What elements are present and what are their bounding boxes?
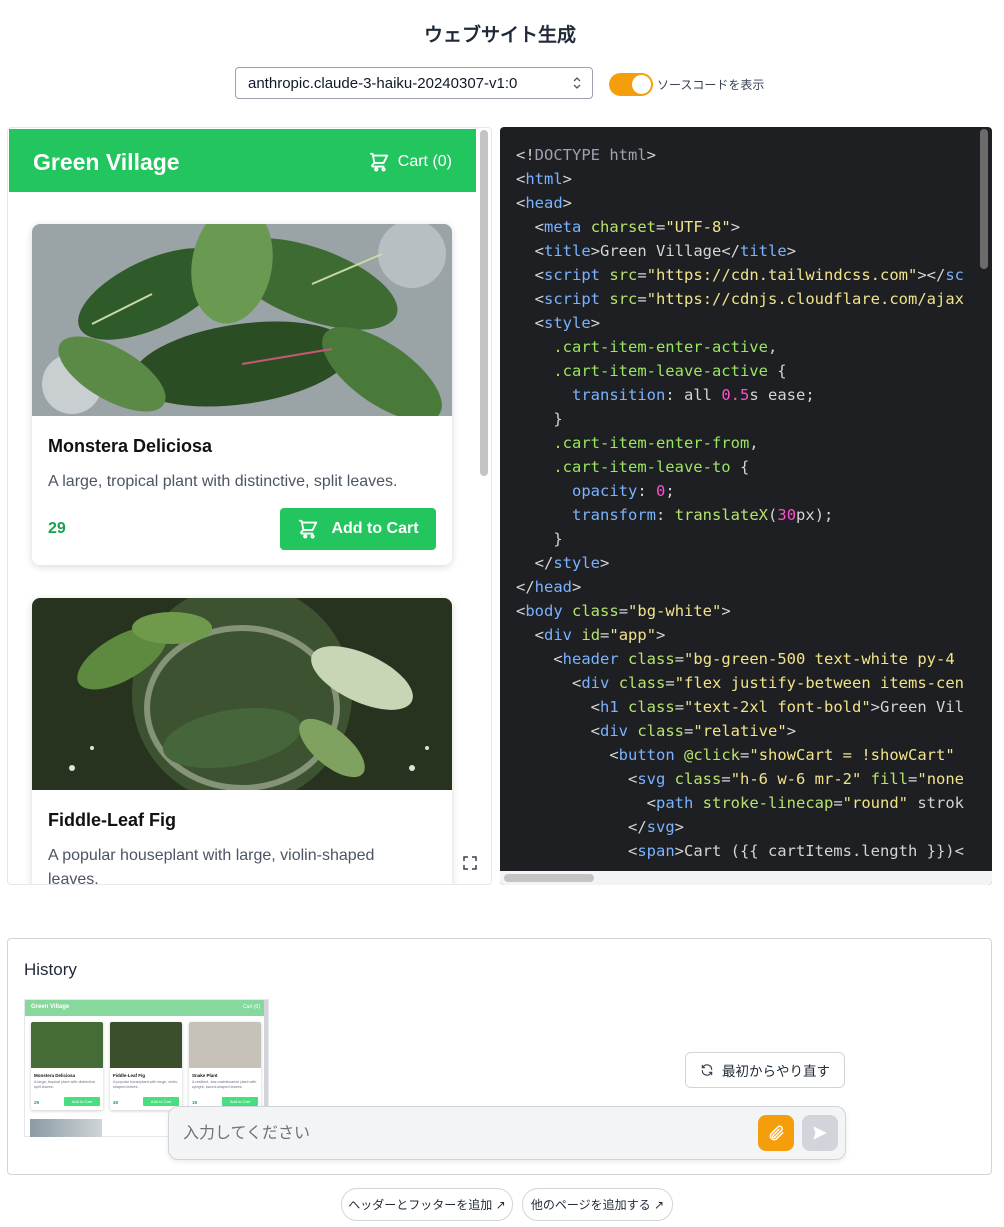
code-line: transition: all 0.5s ease; — [572, 386, 815, 404]
preview-brand: Green Village — [33, 149, 180, 175]
code-line: <html> — [516, 170, 573, 188]
show-source-toggle[interactable] — [609, 73, 653, 96]
thumb-card-button: Add to Cart — [222, 1097, 258, 1106]
history-thumbnail-partial[interactable] — [30, 1119, 102, 1137]
restart-button[interactable]: 最初からやり直す — [685, 1052, 845, 1088]
preview-cart-button[interactable]: Cart (0) — [368, 151, 452, 173]
cart-icon — [369, 152, 388, 172]
code-line: <path stroke-linecap="round" strok — [646, 794, 964, 812]
code-line: <button @click="showCart = !showCart" — [609, 746, 955, 764]
code-pane: <!DOCTYPE html> <html> <head> <meta charse… — [500, 127, 992, 885]
code-line: </svg> — [627, 818, 684, 836]
add-to-cart-label: Add to Cart — [331, 520, 419, 537]
thumb-brand: Green Village — [31, 1004, 70, 1010]
expand-icon[interactable] — [463, 856, 477, 870]
preview-cart-label: Cart (0) — [397, 153, 452, 170]
thumb-card-price: 19 — [192, 1100, 198, 1105]
code-line: </style> — [534, 554, 610, 572]
code-line: <head> — [516, 194, 573, 212]
thumb-card-name: Snake Plant — [192, 1073, 218, 1078]
code-line: } — [553, 530, 563, 548]
code-line: <body class="bg-white"> — [516, 602, 731, 620]
chat-bar — [168, 1106, 846, 1160]
show-source-label: ソースコードを表示 — [657, 78, 765, 92]
page-title: ウェブサイト生成 — [423, 25, 576, 46]
history-title: History — [24, 960, 77, 979]
code-line: .cart-item-enter-active, — [553, 338, 778, 356]
thumb-card-desc: A large, tropical plant with distinctive… — [34, 1080, 97, 1089]
thumb-card: Fiddle-Leaf Fig A popular houseplant wit… — [110, 1022, 182, 1110]
code-line: <svg class="h-6 w-6 mr-2" fill="none — [627, 770, 965, 788]
code-line: <meta charset="UTF-8"> — [534, 218, 741, 236]
toggle-knob — [632, 75, 651, 94]
code-scroll-corner — [977, 871, 992, 885]
preview-pane: Green Village Cart (0) Monstera Delicios… — [7, 127, 492, 885]
product-image-monstera — [32, 224, 452, 416]
code-line: .cart-item-enter-from, — [553, 434, 759, 452]
model-select[interactable]: anthropic.claude-3-haiku-20240307-v1:0 — [235, 67, 593, 99]
restart-label: 最初からやり直す — [722, 1064, 830, 1079]
thumb-card-price: 49 — [113, 1100, 119, 1105]
cart-icon — [299, 519, 318, 539]
code-line: } — [553, 410, 563, 428]
code-horizontal-scrollbar[interactable] — [504, 874, 594, 882]
attach-button[interactable] — [758, 1115, 794, 1151]
code-line: .cart-item-leave-to { — [553, 458, 750, 476]
code-line: </head> — [516, 578, 582, 596]
code-line: <script src="https://cdnjs.cloudflare.co… — [534, 290, 964, 308]
product-desc: A popular houseplant with large, violin-… — [48, 847, 375, 885]
thumb-card-button: Add to Cart — [64, 1097, 100, 1106]
product-price: 29 — [48, 520, 66, 537]
code-line: <div id="app"> — [534, 626, 666, 644]
paperclip-icon — [769, 1125, 784, 1141]
code-line: <title>Green Village</title> — [534, 242, 797, 260]
add-to-cart-button[interactable]: Add to Cart — [280, 508, 436, 550]
product-name: Monstera Deliciosa — [48, 436, 213, 456]
suggestion-add-page[interactable]: 他のページを追加する ↗ — [522, 1188, 673, 1221]
code-line: <span>Cart ({{ cartItems.length }})< — [627, 842, 964, 860]
product-name: Fiddle-Leaf Fig — [48, 810, 176, 830]
code-line: <script src="https://cdn.tailwindcss.com… — [534, 266, 965, 284]
code-line: opacity: 0; — [572, 482, 675, 500]
product-image-fiddle-leaf — [32, 598, 452, 790]
suggestion-add-header-footer[interactable]: ヘッダーとフッターを追加 ↗ — [341, 1188, 513, 1221]
send-button[interactable] — [802, 1115, 838, 1151]
thumb-card: Monstera Deliciosa A large, tropical pla… — [31, 1022, 103, 1110]
code-vertical-scrollbar[interactable] — [980, 129, 988, 269]
code-line: <style> — [534, 314, 601, 332]
thumb-card-button: Add to Cart — [143, 1097, 179, 1106]
chat-input[interactable] — [183, 1122, 743, 1146]
thumb-card-desc: A popular houseplant with large, violin-… — [113, 1080, 179, 1089]
chevron-up-down-icon — [573, 77, 581, 89]
thumb-header: Green Village Cart (0) — [25, 1000, 266, 1016]
preview-scrollbar[interactable] — [480, 130, 488, 476]
product-card: Fiddle-Leaf Fig A popular houseplant wit… — [32, 598, 452, 885]
refresh-icon — [701, 1064, 713, 1076]
thumb-card: Snake Plant A resilient, low-maintenance… — [189, 1022, 261, 1110]
code-line: <div class="relative"> — [590, 722, 797, 740]
code-line: <header class="bg-green-500 text-white p… — [553, 650, 955, 668]
product-desc: A large, tropical plant with distinctive… — [48, 473, 398, 490]
thumb-cart: Cart (0) — [243, 1004, 260, 1010]
code-line: transform: translateX(30px); — [572, 506, 834, 524]
app-root: ウェブサイト生成 anthropic.claude-3-haiku-202403… — [0, 0, 1004, 1227]
code-line: <h1 class="text-2xl font-bold">Green Vil — [590, 698, 964, 716]
code-line: <!DOCTYPE html> — [516, 146, 656, 164]
product-card: Monstera Deliciosa A large, tropical pla… — [32, 224, 452, 565]
thumb-card-price: 29 — [34, 1100, 40, 1105]
thumb-card-name: Fiddle-Leaf Fig — [113, 1073, 145, 1078]
model-select-value: anthropic.claude-3-haiku-20240307-v1:0 — [248, 74, 518, 92]
send-icon — [813, 1126, 827, 1140]
thumb-card-name: Monstera Deliciosa — [34, 1073, 76, 1078]
code-line: .cart-item-leave-active { — [553, 362, 787, 380]
preview-header: Green Village Cart (0) — [9, 129, 476, 192]
thumb-card-desc: A resilient, low-maintenance plant with … — [192, 1080, 257, 1089]
code-line: <div class="flex justify-between items-c… — [572, 674, 964, 692]
